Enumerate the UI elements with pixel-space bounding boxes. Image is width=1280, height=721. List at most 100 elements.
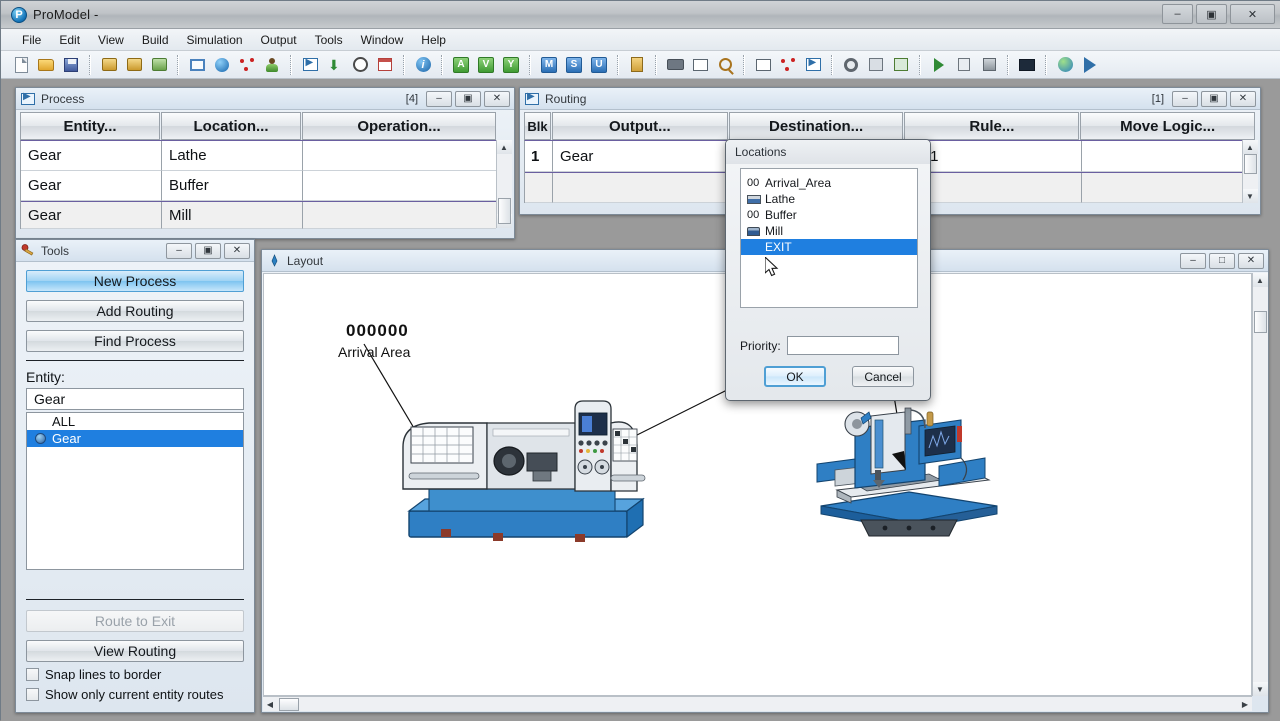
scroll-thumb[interactable] [497, 198, 511, 224]
list-item[interactable]: Gear [27, 430, 243, 447]
open-folder-button[interactable] [34, 53, 58, 77]
scroll-up-icon[interactable]: ▲ [1252, 273, 1268, 287]
menu-output[interactable]: Output [252, 31, 306, 49]
external-files-button[interactable] [625, 53, 649, 77]
menu-file[interactable]: File [13, 31, 50, 49]
scroll-thumb[interactable] [279, 697, 299, 711]
variable-button[interactable]: V [474, 53, 498, 77]
calendar-button[interactable] [373, 53, 397, 77]
scroll-track[interactable] [496, 154, 512, 224]
save-button[interactable] [59, 53, 83, 77]
ok-button[interactable]: OK [764, 366, 826, 387]
play-button[interactable] [927, 53, 951, 77]
layout-close-button[interactable]: ✕ [1238, 252, 1264, 269]
tools-restore-button[interactable]: ▣ [195, 242, 221, 259]
layout-restore-button[interactable]: □ [1209, 252, 1235, 269]
route-to-exit-button[interactable]: Route to Exit [26, 610, 244, 632]
routing-column-destination[interactable]: Destination... [728, 112, 904, 140]
routing-column-output[interactable]: Output... [551, 112, 728, 140]
shift-button[interactable] [348, 53, 372, 77]
cancel-button[interactable]: Cancel [852, 366, 914, 387]
routing-cell-output[interactable]: Gear [553, 141, 730, 172]
table-row[interactable]: Gear Buffer [21, 171, 496, 201]
process-cell-entity[interactable]: Gear [21, 171, 162, 201]
view-zoom-button[interactable] [688, 53, 712, 77]
menu-window[interactable]: Window [352, 31, 413, 49]
routing-column-rule[interactable]: Rule... [904, 112, 1080, 140]
table-row[interactable]: Gear Mill [21, 201, 496, 229]
view-routing-button[interactable]: View Routing [26, 640, 244, 662]
scroll-right-icon[interactable]: ▶ [1238, 700, 1252, 709]
lathe-machine-graphic[interactable] [389, 389, 654, 564]
list-item[interactable]: ALL [27, 413, 243, 430]
scroll-track[interactable] [1252, 287, 1268, 682]
process-cell-location[interactable]: Lathe [162, 141, 303, 171]
menu-simulation[interactable]: Simulation [178, 31, 252, 49]
snap-lines-checkbox-row[interactable]: Snap lines to border [26, 667, 244, 682]
user-distribution-button[interactable]: U [587, 53, 611, 77]
scroll-down-icon[interactable]: ▼ [1252, 682, 1268, 696]
process-cell-operation[interactable] [303, 141, 496, 171]
process-cell-entity[interactable]: Gear [21, 202, 162, 229]
routing-minimize-button[interactable]: – [1172, 90, 1198, 107]
restore-button[interactable]: ▣ [1196, 4, 1227, 24]
table-row[interactable]: Gear Lathe [21, 141, 496, 171]
process-minimize-button[interactable]: – [426, 90, 452, 107]
general-info-button[interactable]: i [411, 53, 435, 77]
routing-vertical-scrollbar[interactable]: ▲ ▼ [1242, 140, 1258, 203]
web-output-button[interactable] [1053, 53, 1077, 77]
grid-button[interactable] [751, 53, 775, 77]
array-button[interactable]: Y [499, 53, 523, 77]
menu-view[interactable]: View [89, 31, 133, 49]
new-file-button[interactable] [9, 53, 33, 77]
find-process-button[interactable]: Find Process [26, 330, 244, 352]
menu-build[interactable]: Build [133, 31, 178, 49]
tools-minimize-button[interactable]: – [166, 242, 192, 259]
pause-button[interactable] [952, 53, 976, 77]
routing-column-move-logic[interactable]: Move Logic... [1080, 112, 1256, 140]
snap-lines-checkbox[interactable] [26, 668, 39, 681]
routing-restore-button[interactable]: ▣ [1201, 90, 1227, 107]
process-restore-button[interactable]: ▣ [455, 90, 481, 107]
layout-minimize-button[interactable]: – [1180, 252, 1206, 269]
show-current-routes-checkbox[interactable] [26, 688, 39, 701]
code-button[interactable] [1015, 53, 1039, 77]
entity-input[interactable]: Gear [26, 388, 244, 410]
routing-close-button[interactable]: ✕ [1230, 90, 1256, 107]
zoom-button[interactable] [713, 53, 737, 77]
process-cell-operation[interactable] [303, 171, 496, 201]
routing-column-blk[interactable]: Blk [524, 112, 551, 140]
scroll-track[interactable] [1242, 154, 1258, 189]
resource-button[interactable] [260, 53, 284, 77]
scroll-thumb[interactable] [1253, 311, 1267, 333]
layout-horizontal-scrollbar[interactable]: ◀ ▶ [263, 696, 1252, 711]
routing-cell-move-logic[interactable] [1082, 141, 1242, 172]
list-item-buffer[interactable]: 00 Buffer [741, 207, 917, 223]
macro-button[interactable]: M [537, 53, 561, 77]
routing-cell-blk[interactable]: 1 [525, 141, 553, 172]
process-column-operation[interactable]: Operation... [302, 112, 496, 140]
list-item-arrival-area[interactable]: 00 Arrival_Area [741, 175, 917, 191]
menu-help[interactable]: Help [412, 31, 455, 49]
merge-package-button[interactable] [147, 53, 171, 77]
stop-button[interactable] [977, 53, 1001, 77]
locations-list[interactable]: 00 Arrival_Area Lathe 00 Buffer Mill EXI… [740, 168, 918, 308]
process-vertical-scrollbar[interactable]: ▲ ▼ [496, 140, 512, 228]
run-scenario-button[interactable] [889, 53, 913, 77]
attribute-button[interactable]: A [449, 53, 473, 77]
list-item-exit[interactable]: EXIT [741, 239, 917, 255]
routing-cell-rule[interactable] [906, 173, 1082, 203]
forward-button[interactable] [1078, 53, 1102, 77]
process-close-button[interactable]: ✕ [484, 90, 510, 107]
scroll-left-icon[interactable]: ◀ [263, 700, 277, 709]
tools-close-button[interactable]: ✕ [224, 242, 250, 259]
save-package-button[interactable] [122, 53, 146, 77]
routing-cell-blk[interactable] [525, 173, 553, 203]
routing-cell-move-logic[interactable] [1082, 173, 1242, 203]
routing-path-button[interactable] [776, 53, 800, 77]
add-package-button[interactable] [97, 53, 121, 77]
list-item-lathe[interactable]: Lathe [741, 191, 917, 207]
menu-tools[interactable]: Tools [306, 31, 352, 49]
options-button[interactable] [839, 53, 863, 77]
priority-input[interactable] [786, 336, 899, 355]
